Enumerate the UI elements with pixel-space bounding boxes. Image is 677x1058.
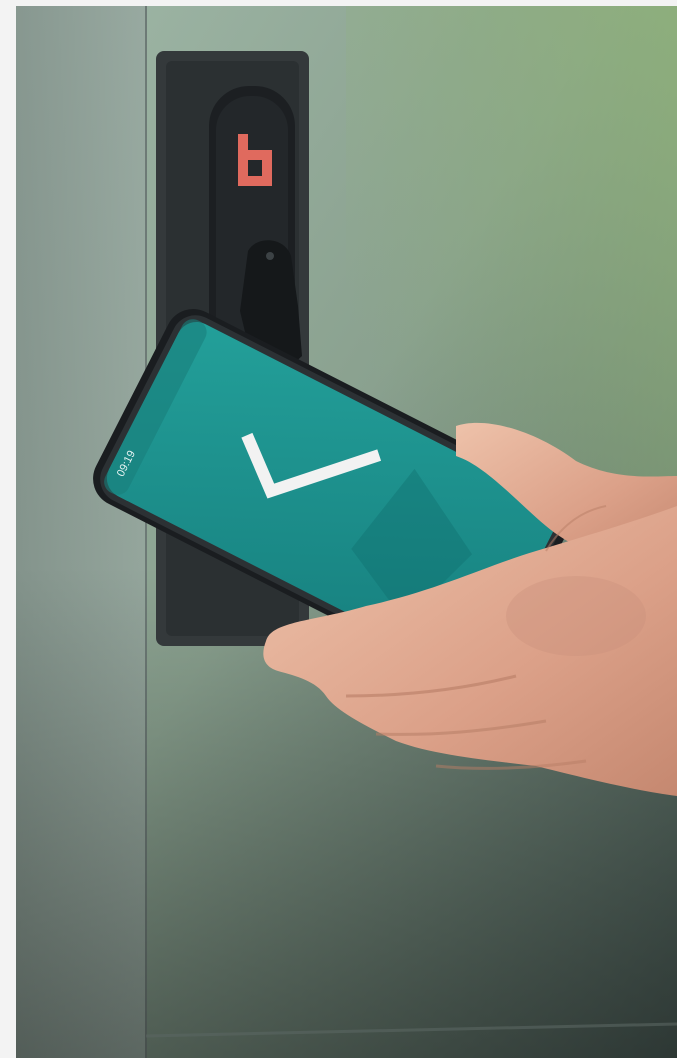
photo-frame: 09:19 <box>16 6 677 1058</box>
photo-scene: 09:19 <box>16 6 677 1058</box>
